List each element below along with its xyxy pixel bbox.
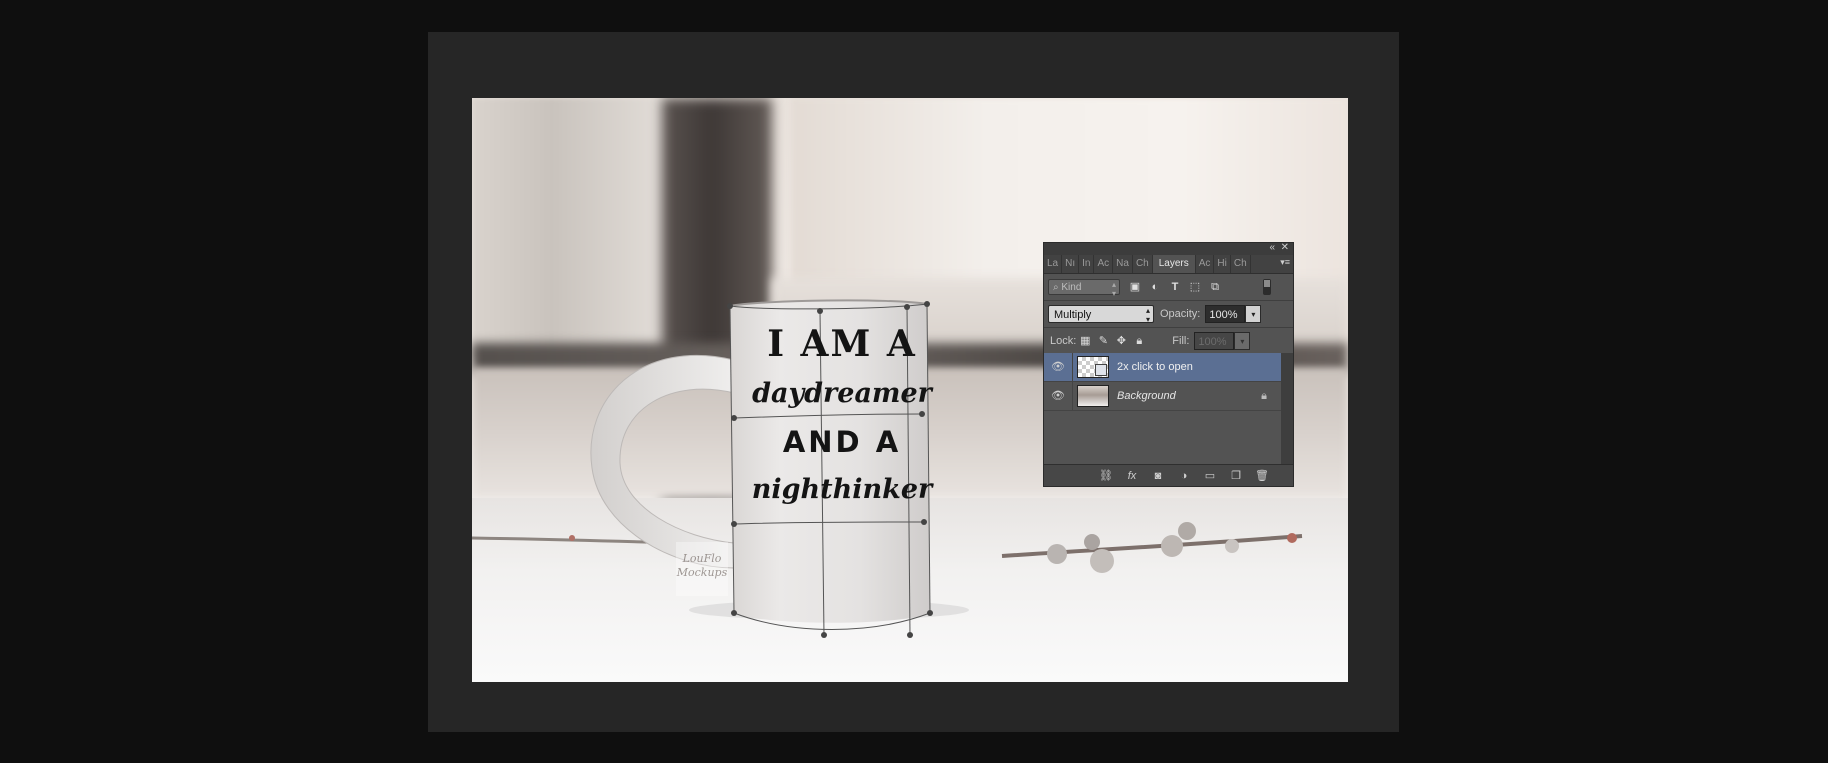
close-icon[interactable]: ✕ [1281, 242, 1289, 254]
fill-dropdown-icon[interactable]: ▾ [1234, 332, 1251, 350]
tab-info[interactable]: In [1079, 255, 1095, 273]
trash-icon[interactable]: 🗑︎ [1249, 469, 1275, 482]
layers-list: 👁︎ 2x click to open 👁︎ Background 🔒︎ [1044, 353, 1281, 465]
tab-layers[interactable]: Layers [1152, 255, 1196, 273]
opacity-dropdown-icon[interactable]: ▾ [1245, 305, 1262, 323]
fx-icon[interactable]: fx [1119, 470, 1145, 482]
panel-menu-icon[interactable]: ▾≡ [1280, 257, 1290, 268]
layer-row[interactable]: 👁︎ 2x click to open [1044, 353, 1281, 382]
filter-toggle[interactable] [1263, 279, 1271, 295]
lock-image-icon[interactable]: ✎ [1094, 333, 1112, 349]
tab-adjustments[interactable]: Ac [1196, 255, 1215, 273]
folder-icon[interactable]: ▭ [1197, 469, 1223, 482]
layers-scrollbar[interactable] [1281, 353, 1293, 465]
updown-icon: ▴ ▾ [1145, 306, 1150, 324]
adjustment-layer-icon[interactable]: ◑ [1171, 470, 1197, 482]
panel-footer: ⛓ fx ◙ ◑ ▭ ❐ 🗑︎ [1044, 464, 1293, 486]
fill-input[interactable]: 100% [1194, 332, 1235, 350]
mug-text-line2: daydreamer [752, 378, 932, 409]
type-filter-icon[interactable]: T [1166, 279, 1184, 295]
tab-channels[interactable]: Ch [1231, 255, 1251, 273]
link-icon[interactable]: ⛓ [1093, 469, 1119, 482]
tab-history[interactable]: Hi [1214, 255, 1231, 273]
mug-text-line4: nighthinker [751, 474, 933, 505]
opacity-label: Opacity: [1160, 308, 1201, 320]
adjustment-filter-icon[interactable]: ◐ [1146, 279, 1164, 295]
tab-layer-comps[interactable]: La [1044, 255, 1063, 273]
updown-icon: ▴ ▾ [1111, 280, 1116, 298]
blend-row: Multiply ▴ ▾ Opacity: 100% ▾ [1044, 301, 1293, 328]
layer-name: 2x click to open [1117, 361, 1193, 373]
layer-thumbnail [1077, 385, 1109, 407]
shape-filter-icon[interactable]: ⬚ [1186, 279, 1204, 295]
collapse-icon[interactable]: « [1269, 242, 1275, 254]
eye-icon[interactable]: 👁︎ [1044, 353, 1073, 381]
mug-text-line1: I AM A [767, 323, 917, 365]
eye-icon[interactable]: 👁︎ [1044, 382, 1073, 410]
mug-text: I AM A daydreamer AND A nighthinker [722, 318, 962, 514]
opacity-input[interactable]: 100% [1205, 305, 1246, 323]
lock-transparent-icon[interactable]: ▦ [1076, 333, 1094, 349]
panel-tabs: La Nı In Ac Na Ch Layers Ac Hi Ch ▾≡ [1044, 255, 1293, 274]
new-layer-icon[interactable]: ❐ [1223, 469, 1249, 482]
watermark: LouFlo Mockups [676, 542, 728, 596]
tab-actions[interactable]: Ac [1094, 255, 1114, 273]
panel-title-bar[interactable]: « ✕ [1044, 242, 1293, 255]
lock-all-icon[interactable]: 🔒︎ [1130, 333, 1148, 349]
mask-icon[interactable]: ◙ [1145, 470, 1171, 482]
kind-label: Kind [1061, 282, 1082, 293]
tab-notes[interactable]: Nı [1062, 255, 1080, 273]
tab-character[interactable]: Ch [1133, 255, 1153, 273]
layer-row[interactable]: 👁︎ Background 🔒︎ [1044, 382, 1281, 411]
filter-row: ⌕ Kind ▴ ▾ ▣ ◐ T ⬚ ⧉ [1044, 274, 1293, 301]
kind-filter-select[interactable]: ⌕ Kind ▴ ▾ [1048, 279, 1120, 298]
blend-mode-select[interactable]: Multiply ▴ ▾ [1048, 305, 1154, 324]
fill-label: Fill: [1172, 335, 1190, 347]
blend-mode-value: Multiply [1054, 309, 1092, 321]
lock-icon: 🔒︎ [1261, 389, 1267, 402]
lock-position-icon[interactable]: ✥ [1112, 333, 1130, 349]
mug-text-line3: AND A [782, 425, 902, 459]
lock-label: Lock: [1050, 335, 1077, 347]
lock-row: Lock: ▦ ✎ ✥ 🔒︎ Fill: 100% ▾ [1044, 328, 1293, 355]
layer-thumbnail [1077, 356, 1109, 378]
tab-navigator[interactable]: Na [1113, 255, 1133, 273]
smart-object-filter-icon[interactable]: ⧉ [1206, 279, 1224, 295]
image-filter-icon[interactable]: ▣ [1126, 279, 1144, 295]
layers-panel[interactable]: « ✕ La Nı In Ac Na Ch Layers Ac Hi Ch ▾≡… [1043, 242, 1294, 487]
layer-name: Background [1117, 390, 1176, 402]
